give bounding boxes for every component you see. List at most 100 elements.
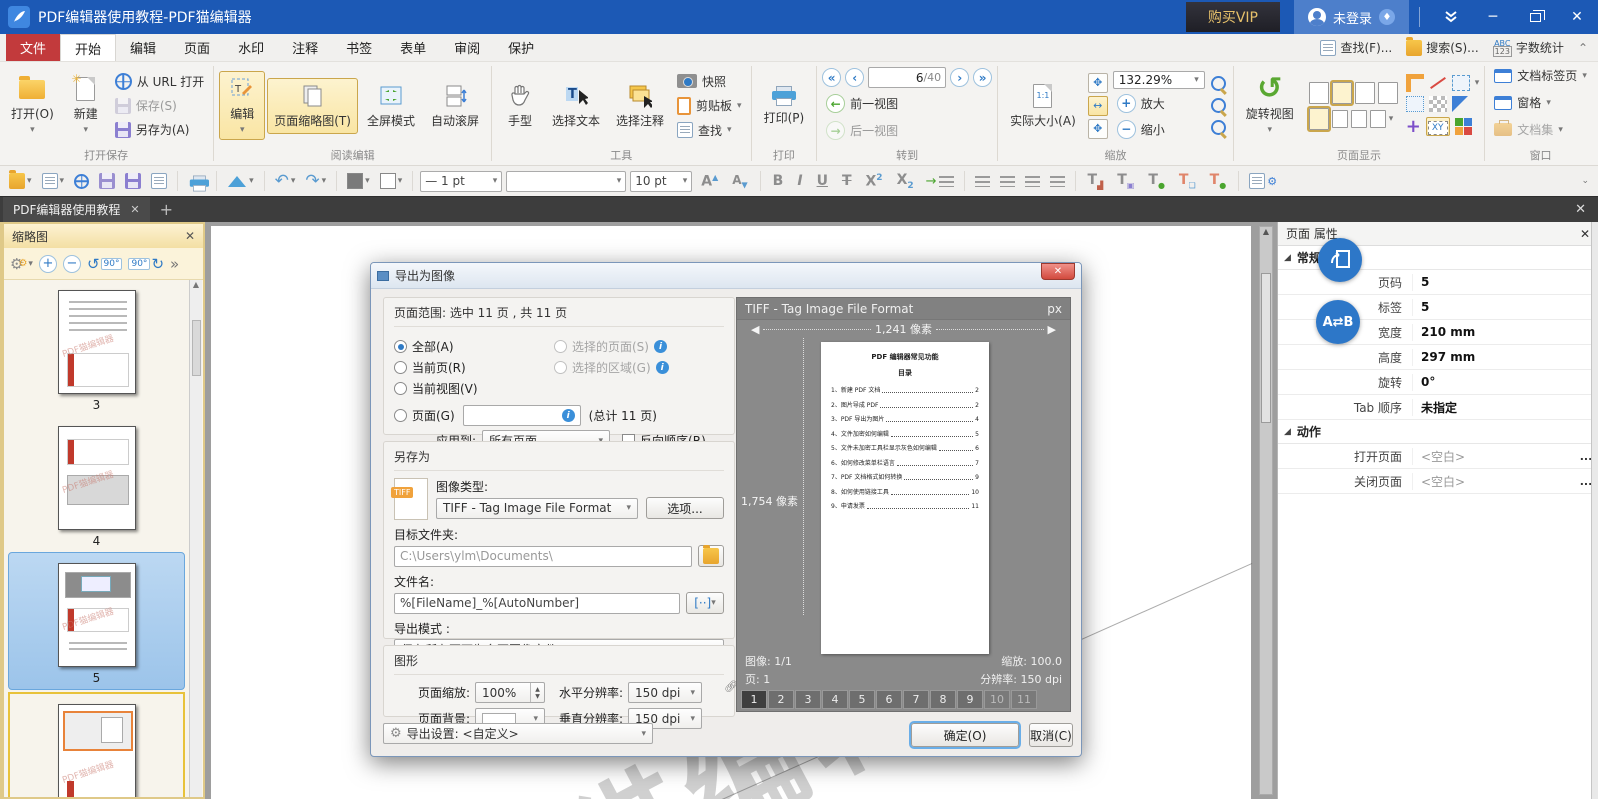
- save-as-button[interactable]: 另存为(A): [111, 119, 208, 140]
- increase-font-button[interactable]: A▲: [696, 172, 723, 191]
- h-resolution-select[interactable]: 150 dpi▾: [628, 682, 702, 703]
- section-actions[interactable]: ◢ 动作: [1278, 420, 1598, 444]
- page-number-input[interactable]: 6/40: [868, 67, 946, 88]
- qt-save-button[interactable]: [96, 171, 118, 191]
- copy-style-button[interactable]: T❏: [1174, 171, 1201, 191]
- minimize-button[interactable]: ─: [1472, 0, 1514, 34]
- panel-scrollbar[interactable]: [1591, 222, 1598, 799]
- measure-icon[interactable]: [1429, 74, 1447, 92]
- rotate-cw-button[interactable]: 90°↻: [128, 255, 164, 273]
- crosshair-icon[interactable]: +: [1406, 116, 1421, 137]
- qt-undo-button[interactable]: ↶▾: [272, 169, 299, 193]
- thumbnail-page-4[interactable]: PDF猫编辑器 4: [4, 416, 189, 552]
- snap-icon[interactable]: [1406, 96, 1424, 112]
- menu-tab-page[interactable]: 页面: [170, 34, 224, 61]
- spread-view-icon[interactable]: [1370, 110, 1386, 128]
- color-mode-icon[interactable]: [1452, 96, 1468, 112]
- grid-icon[interactable]: [1452, 75, 1470, 91]
- document-tab[interactable]: PDF编辑器使用教程 ✕: [3, 197, 150, 222]
- qt-open-button[interactable]: ▾: [6, 171, 35, 191]
- single-page-icon[interactable]: [1309, 82, 1329, 104]
- thumbnail-page-6[interactable]: PDF猫编辑器 6: [8, 692, 185, 797]
- hand-tool-button[interactable]: 手型: [497, 78, 543, 134]
- first-page-button[interactable]: «: [822, 68, 841, 87]
- align-right-button[interactable]: [1022, 174, 1043, 189]
- thumbnail-options-button[interactable]: ⚙⚙▾: [10, 255, 33, 273]
- apply-text-format-button[interactable]: T●: [1143, 171, 1170, 191]
- thumbnail-more-button[interactable]: »: [170, 255, 179, 273]
- menu-tab-review[interactable]: 审阅: [440, 34, 494, 61]
- continuous-page-icon[interactable]: [1332, 82, 1352, 104]
- export-settings-select[interactable]: ⚙导出设置: <自定义> ▾: [383, 723, 653, 744]
- qt-new-button[interactable]: ▾: [39, 171, 68, 191]
- login-button[interactable]: 未登录 ♦: [1294, 0, 1409, 34]
- magnify-plus-icon[interactable]: [1210, 75, 1228, 93]
- page-transition-icon[interactable]: [1332, 110, 1348, 128]
- menu-tab-file[interactable]: 文件: [6, 34, 60, 61]
- next-view-button[interactable]: → 后一视图: [822, 119, 902, 142]
- preview-page-cell[interactable]: 9: [957, 690, 983, 709]
- fit-visible-button[interactable]: ✥: [1088, 119, 1108, 139]
- document-set-button[interactable]: 文档集▾: [1490, 119, 1567, 140]
- open-from-url-button[interactable]: 从 URL 打开: [111, 71, 208, 92]
- qt-revert-button[interactable]: [148, 171, 170, 191]
- qt-fill-color-button[interactable]: ▾: [344, 171, 373, 191]
- zoom-in-button[interactable]: +放大: [1113, 92, 1169, 115]
- translate-float-button[interactable]: A⇄B: [1316, 300, 1360, 344]
- bold-button[interactable]: B: [768, 172, 789, 190]
- cancel-button[interactable]: 取消(C): [1029, 723, 1073, 747]
- menu-tab-comment[interactable]: 注释: [278, 34, 332, 61]
- new-button[interactable]: ✳ 新建▾: [63, 71, 109, 140]
- coordinates-button[interactable]: XY: [1426, 117, 1450, 136]
- thumbnail-scrollbar[interactable]: ▲: [189, 280, 202, 797]
- subscript-button[interactable]: X2: [892, 171, 919, 192]
- underline-button[interactable]: U: [812, 172, 833, 190]
- qt-redo-button[interactable]: ↷▾: [302, 169, 329, 193]
- next-page-button[interactable]: ›: [950, 68, 969, 87]
- radio-pages-icon[interactable]: [394, 409, 407, 422]
- buy-vip-button[interactable]: 购买VIP: [1186, 2, 1280, 32]
- color-swatches-icon[interactable]: [1455, 118, 1473, 136]
- line-width-select[interactable]: — 1 pt▾: [420, 171, 502, 192]
- last-page-button[interactable]: »: [973, 68, 992, 87]
- macro-button[interactable]: [··]▾: [686, 592, 724, 614]
- save-text-format-button[interactable]: T▣: [1112, 171, 1139, 191]
- loupe-icon[interactable]: [1210, 119, 1228, 137]
- page-range-input[interactable]: i: [463, 405, 581, 426]
- radio-all-pages[interactable]: 全部(A): [394, 338, 554, 355]
- tab-bar-close-button[interactable]: ✕: [1563, 197, 1598, 222]
- ruler-icon[interactable]: [1406, 74, 1424, 92]
- new-tab-button[interactable]: +: [150, 197, 183, 222]
- radio-selected-pages[interactable]: 选择的页面(S)i: [554, 338, 669, 355]
- word-count-button[interactable]: ABC123 字数统计: [1493, 39, 1564, 56]
- rotate-ccw-button[interactable]: ↺90°: [87, 255, 123, 273]
- menu-tab-form[interactable]: 表单: [386, 34, 440, 61]
- find-button[interactable]: 查找(F)...: [1320, 39, 1392, 56]
- auto-scroll-button[interactable]: 自动滚屏: [424, 78, 486, 134]
- edit-button[interactable]: T 编辑▾: [219, 71, 265, 140]
- fit-width-continuous-icon[interactable]: [1309, 108, 1329, 130]
- align-center-button[interactable]: [997, 174, 1018, 189]
- two-page-continuous-icon[interactable]: [1378, 82, 1398, 104]
- menu-tab-home[interactable]: 开始: [60, 34, 116, 61]
- menu-tab-bookmark[interactable]: 书签: [332, 34, 386, 61]
- font-family-select[interactable]: ▾: [506, 171, 626, 192]
- radio-selected-area[interactable]: 选择的区域(G)i: [554, 359, 669, 376]
- qt-open-url-button[interactable]: [71, 172, 92, 191]
- justify-button[interactable]: [1047, 174, 1068, 189]
- document-tabs-button[interactable]: 文档标签页▾: [1490, 65, 1591, 86]
- search-button[interactable]: 搜索(S)...: [1406, 39, 1478, 56]
- superscript-button[interactable]: X2: [861, 172, 888, 191]
- two-page-icon[interactable]: [1355, 82, 1375, 104]
- thumbnail-zoom-out-button[interactable]: −: [63, 255, 81, 273]
- transparency-grid-icon[interactable]: [1429, 96, 1447, 112]
- page-zoom-spinner[interactable]: 100%▲▼: [475, 682, 545, 703]
- radio-current-page[interactable]: 当前页(R): [394, 359, 554, 376]
- fit-page-button[interactable]: ✥: [1088, 73, 1108, 93]
- menu-tab-edit[interactable]: 编辑: [116, 34, 170, 61]
- export-word-float-button[interactable]: [1318, 238, 1362, 282]
- preview-page-cell[interactable]: 11: [1011, 690, 1037, 709]
- thumbnail-page-5-selected[interactable]: PDF猫编辑器 5: [8, 552, 185, 690]
- properties-close-icon[interactable]: ✕: [1580, 227, 1590, 241]
- customize-toolbar-button[interactable]: ⌄: [1578, 174, 1592, 188]
